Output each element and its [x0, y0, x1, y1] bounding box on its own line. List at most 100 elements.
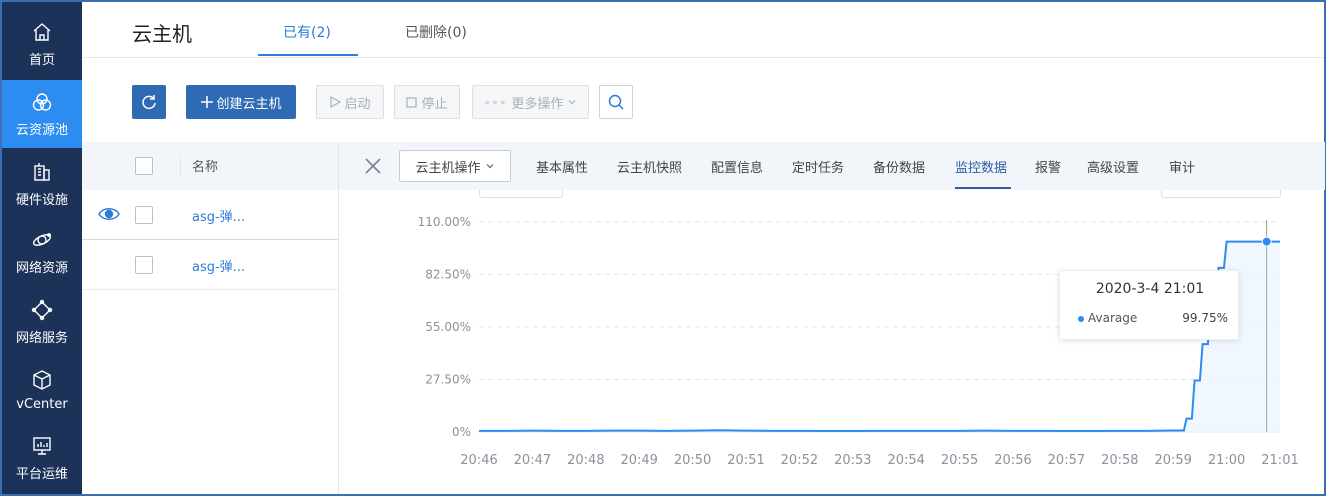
stop-label: 停止: [421, 96, 448, 112]
tooltip-series-dot: [1078, 316, 1084, 322]
dots-icon: ∘∘∘: [483, 95, 508, 109]
cube-icon: [33, 369, 51, 390]
tab-underline: [258, 54, 358, 56]
stop-button[interactable]: 停止: [394, 85, 460, 119]
x-tick-label: 20:57: [1048, 453, 1085, 468]
plus-icon: [201, 96, 214, 108]
monitor-icon: [33, 436, 51, 455]
refresh-button[interactable]: [132, 85, 166, 119]
table-row[interactable]: asg-弹...: [82, 190, 338, 240]
close-icon[interactable]: [361, 154, 385, 178]
y-tick-label: 82.50%: [425, 268, 471, 282]
tab-basic-properties[interactable]: 基本属性: [536, 157, 588, 176]
home-icon: [33, 22, 51, 41]
x-tick-label: 20:54: [887, 453, 924, 468]
tab-audit[interactable]: 审计: [1169, 157, 1195, 176]
sidebar-item-label: 网络服务: [15, 330, 68, 346]
sidebar-item-hardware[interactable]: 硬件设施: [2, 150, 82, 218]
tooltip-series-name: Avarage: [1088, 311, 1138, 325]
active-tab-underline: [955, 187, 1011, 189]
x-tick-label: 20:59: [1154, 453, 1191, 468]
table-row[interactable]: asg-弹...: [82, 240, 338, 290]
x-tick-label: 20:48: [567, 453, 604, 468]
tooltip-value: 99.75%: [1182, 311, 1228, 325]
sidebar-item-vcenter[interactable]: vCenter: [2, 356, 82, 424]
tab-vm-snapshots[interactable]: 云主机快照: [617, 157, 682, 176]
x-tick-label: 20:49: [620, 453, 657, 468]
building-icon: [34, 162, 50, 181]
main-content: 云主机 已有(2) 已删除(0) 创建云主机 启动 停止 ∘∘∘ 更多操作 名称…: [82, 2, 1325, 494]
x-tick-label: 20:46: [460, 453, 497, 468]
detail-tabs-bar: 云主机操作 基本属性 云主机快照 配置信息 定时任务 备份数据 监控数据 报警 …: [339, 142, 1325, 190]
chevron-down-icon: [568, 100, 576, 105]
page-title: 云主机: [132, 22, 192, 46]
tooltip-time: 2020-3-4 21:01: [1095, 281, 1205, 297]
sidebar-item-label: 硬件设施: [15, 192, 68, 208]
row-checkbox[interactable]: [135, 206, 153, 224]
refresh-icon: [142, 95, 156, 110]
vm-operations-dropdown[interactable]: 云主机操作: [399, 150, 511, 182]
row-checkbox[interactable]: [135, 256, 153, 274]
vm-name-link[interactable]: asg-弹...: [192, 256, 245, 275]
x-tick-label: 20:51: [727, 453, 764, 468]
hover-point: [1261, 236, 1272, 247]
y-tick-label: 27.50%: [425, 373, 471, 387]
sidebar: 首页 云资源池 硬件设施 网络资源 网络服务 vCenter 平台运维: [2, 2, 82, 494]
x-tick-label: 20:58: [1101, 453, 1138, 468]
search-button[interactable]: [599, 85, 633, 119]
network-service-icon: [31, 299, 53, 320]
tab-alarms[interactable]: 报警: [1035, 157, 1061, 176]
y-tick-label: 0%: [452, 425, 471, 439]
start-label: 启动: [344, 96, 371, 112]
x-tick-label: 20:53: [834, 453, 871, 468]
page-header: 云主机 已有(2) 已删除(0): [82, 2, 1324, 58]
column-header-name: 名称: [192, 160, 219, 175]
network-resource-icon: [32, 232, 52, 246]
y-tick-label: 110.00%: [418, 215, 471, 229]
sidebar-item-label: 平台运维: [15, 466, 68, 482]
start-button[interactable]: 启动: [316, 85, 384, 119]
list-header: 名称: [82, 142, 338, 190]
create-vm-label: 创建云主机: [216, 96, 282, 112]
play-icon: [330, 96, 342, 108]
tab-scheduled-tasks[interactable]: 定时任务: [792, 157, 844, 176]
create-vm-button[interactable]: 创建云主机: [186, 85, 296, 119]
sidebar-item-label: 云资源池: [15, 122, 68, 138]
tab-existing[interactable]: 已有(2): [283, 22, 331, 42]
column-separator: [180, 158, 181, 174]
monitoring-line-chart: 110.00% 82.50% 55.00% 27.50% 0% 20:46 20:47 20:…: [418, 215, 1299, 468]
x-tick-label: 20:56: [994, 453, 1031, 468]
x-tick-label: 21:01: [1261, 453, 1298, 468]
sidebar-item-network-service[interactable]: 网络服务: [2, 288, 82, 356]
select-all-checkbox[interactable]: [135, 157, 153, 175]
vm-name-link[interactable]: asg-弹...: [192, 206, 245, 225]
more-actions-button[interactable]: ∘∘∘ 更多操作: [472, 85, 589, 119]
tab-backup-data[interactable]: 备份数据: [873, 157, 925, 176]
sidebar-item-network-resource[interactable]: 网络资源: [2, 218, 82, 286]
vm-operations-label: 云主机操作: [415, 160, 481, 176]
tab-advanced-settings[interactable]: 高级设置: [1087, 157, 1139, 176]
sidebar-item-cloud-pool[interactable]: 云资源池: [2, 80, 82, 148]
x-tick-label: 20:47: [514, 453, 551, 468]
detail-panel: 云主机操作 基本属性 云主机快照 配置信息 定时任务 备份数据 监控数据 报警 …: [338, 142, 1325, 494]
x-tick-label: 20:52: [781, 453, 818, 468]
x-tick-label: 20:50: [674, 453, 711, 468]
cloud-pool-icon: [32, 92, 52, 111]
y-tick-label: 55.00%: [425, 320, 471, 334]
sidebar-item-label: 首页: [28, 52, 55, 68]
eye-icon[interactable]: [98, 206, 120, 222]
tab-monitoring-data[interactable]: 监控数据: [955, 157, 1007, 176]
tab-deleted[interactable]: 已删除(0): [405, 22, 467, 42]
more-actions-label: 更多操作: [511, 96, 564, 112]
x-tick-label: 21:00: [1208, 453, 1245, 468]
chevron-down-icon: [486, 164, 493, 169]
sidebar-item-label: 网络资源: [15, 260, 68, 276]
search-icon: [608, 94, 624, 110]
sidebar-item-label: vCenter: [16, 396, 68, 412]
tab-config-info[interactable]: 配置信息: [711, 157, 763, 176]
stop-icon: [406, 96, 418, 108]
chart-tooltip: 2020-3-4 21:01 Avarage 99.75%: [1059, 270, 1239, 340]
x-tick-label: 20:55: [941, 453, 978, 468]
sidebar-item-home[interactable]: 首页: [2, 10, 82, 78]
sidebar-item-ops[interactable]: 平台运维: [2, 424, 82, 492]
